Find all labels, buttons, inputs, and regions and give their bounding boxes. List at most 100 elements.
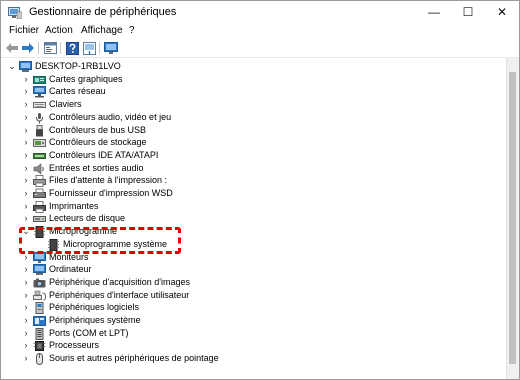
port-icon [33, 327, 46, 340]
tree-item[interactable]: ⌄ Microprogramme [1, 225, 501, 239]
tree-item-label: Imprimantes [49, 200, 99, 211]
expand-arrow-icon[interactable]: › [21, 301, 31, 314]
device-manager-window: Gestionnaire de périphériques — ☐ ✕ Fich… [0, 0, 520, 380]
storage-controller-icon [33, 136, 46, 148]
tree-item-label: Ports (COM et LPT) [49, 327, 129, 338]
tree-item-label: Processeurs [49, 340, 100, 351]
tree-item-label: Entrées et sorties audio [49, 162, 144, 173]
expand-arrow-icon[interactable]: › [21, 200, 31, 213]
collapse-arrow-icon[interactable]: ⌄ [7, 60, 17, 73]
tree-root[interactable]: ⌄ DESKTOP-1RB1LVO [1, 60, 501, 73]
expand-arrow-icon[interactable]: › [21, 314, 31, 327]
software-device-icon [33, 301, 46, 315]
menu-affichage[interactable]: Affichage [81, 24, 123, 37]
expand-arrow-icon[interactable]: › [21, 124, 31, 137]
tree-item[interactable]: › Cartes graphiques [1, 73, 501, 86]
tree-item-label: Fournisseur d'impression WSD [49, 188, 173, 198]
tree-item-label: Contrôleurs de stockage [49, 137, 147, 148]
menu-help[interactable]: ? [129, 24, 135, 37]
network-adapter-icon [33, 85, 46, 98]
tree-item[interactable]: › Fournisseur d'impression WSD [1, 187, 501, 200]
firmware-icon [47, 238, 60, 251]
title-bar: Gestionnaire de périphériques — ☐ ✕ [1, 1, 519, 23]
tree-item[interactable]: › Entrées et sorties audio [1, 162, 501, 175]
menu-bar: Fichier Action Affichage ? [1, 23, 519, 39]
tree-item[interactable]: › Moniteurs [1, 251, 501, 264]
vertical-scrollbar[interactable] [506, 58, 519, 379]
expand-arrow-icon[interactable]: › [21, 149, 31, 162]
expand-arrow-icon[interactable]: › [21, 327, 31, 340]
tree-item[interactable]: › Ports (COM et LPT) [1, 327, 501, 340]
tree-item[interactable]: › Contrôleurs IDE ATA/ATAPI [1, 149, 501, 162]
tree-item[interactable]: › Processeurs [1, 339, 501, 352]
tree-item[interactable]: › Claviers [1, 98, 501, 111]
device-tree: ⌄ DESKTOP-1RB1LVO › Cartes graphiques › Carte… [1, 58, 507, 379]
tree-item-label: Claviers [49, 99, 82, 110]
tree-item[interactable]: › Files d'attente à l'impression : [1, 174, 501, 188]
keyboard-icon [33, 98, 46, 110]
expand-arrow-icon[interactable]: › [21, 111, 31, 124]
tree-item[interactable]: › Contrôleurs de stockage [1, 136, 501, 149]
device-manager-icon [8, 6, 23, 20]
menu-action[interactable]: Action [45, 24, 73, 37]
display-adapter-icon [33, 73, 46, 85]
tree-item[interactable]: › Ordinateur [1, 263, 501, 276]
expand-arrow-icon[interactable]: › [21, 162, 31, 175]
tree-item-label: Contrôleurs IDE ATA/ATAPI [49, 149, 159, 160]
help-icon[interactable] [65, 41, 79, 55]
expand-arrow-icon[interactable]: › [21, 85, 31, 98]
toolbar-separator [99, 42, 100, 54]
tree-item[interactable]: › Contrôleurs de bus USB [1, 124, 501, 137]
firmware-icon [33, 225, 46, 239]
maximize-button[interactable]: ☐ [451, 1, 485, 23]
properties-icon[interactable] [43, 41, 57, 55]
toolbar-separator [60, 42, 61, 54]
tree-item-label: Moniteurs [49, 251, 89, 262]
hid-icon [33, 289, 47, 301]
menu-fichier[interactable]: Fichier [9, 24, 39, 37]
forward-icon[interactable] [21, 41, 35, 55]
tree-item[interactable]: › Périphériques système [1, 314, 501, 327]
tree-item[interactable]: › Cartes réseau [1, 85, 501, 98]
monitor-icon [33, 251, 46, 263]
monitor-icon[interactable] [104, 41, 118, 55]
expand-arrow-icon[interactable]: › [21, 136, 31, 149]
tree-item[interactable]: › Imprimantes [1, 200, 501, 213]
tree-item[interactable]: › Lecteurs de disque [1, 212, 501, 225]
tree-item[interactable]: › Périphériques logiciels [1, 301, 501, 315]
expand-arrow-icon[interactable]: › [21, 276, 31, 289]
tree-item[interactable]: › Périphériques d'interface utilisateur [1, 289, 501, 302]
update-icon[interactable] [82, 41, 96, 55]
expand-arrow-icon[interactable]: › [21, 263, 31, 276]
expand-arrow-icon[interactable]: › [21, 289, 31, 302]
tree-child-item[interactable]: Microprogramme système [1, 238, 501, 251]
collapse-arrow-icon[interactable]: ⌄ [21, 225, 31, 238]
back-icon[interactable] [5, 41, 19, 55]
expand-arrow-icon[interactable]: › [21, 174, 31, 187]
expand-arrow-icon[interactable]: › [21, 339, 31, 352]
tree-item[interactable]: › Souris et autres périphériques de point… [1, 352, 501, 366]
expand-arrow-icon[interactable]: › [21, 98, 31, 111]
scrollbar-thumb[interactable] [509, 72, 516, 364]
usb-icon [33, 124, 46, 136]
minimize-button[interactable]: — [417, 1, 451, 23]
tree-item-label: Cartes réseau [49, 86, 106, 97]
expand-arrow-icon[interactable]: › [21, 187, 31, 200]
tree-item[interactable]: › Contrôleurs audio, vidéo et jeu [1, 111, 501, 124]
expand-arrow-icon[interactable]: › [21, 73, 31, 86]
expand-arrow-icon[interactable]: › [21, 251, 31, 264]
tree-item-label: Périphériques système [49, 315, 141, 325]
audio-icon [33, 111, 46, 124]
tree-item-label: Files d'attente à l'impression : [49, 175, 167, 186]
close-button[interactable]: ✕ [485, 1, 519, 23]
ide-icon [33, 149, 46, 161]
expand-arrow-icon[interactable]: › [21, 352, 31, 365]
camera-icon [33, 276, 46, 288]
toolbar-separator [38, 42, 39, 54]
processor-icon [33, 339, 46, 352]
toolbar [1, 39, 519, 58]
printer-icon [33, 200, 46, 213]
tree-item[interactable]: › Périphérique d'acquisition d'images [1, 276, 501, 289]
computer-icon [19, 60, 32, 72]
expand-arrow-icon[interactable]: › [21, 212, 31, 225]
